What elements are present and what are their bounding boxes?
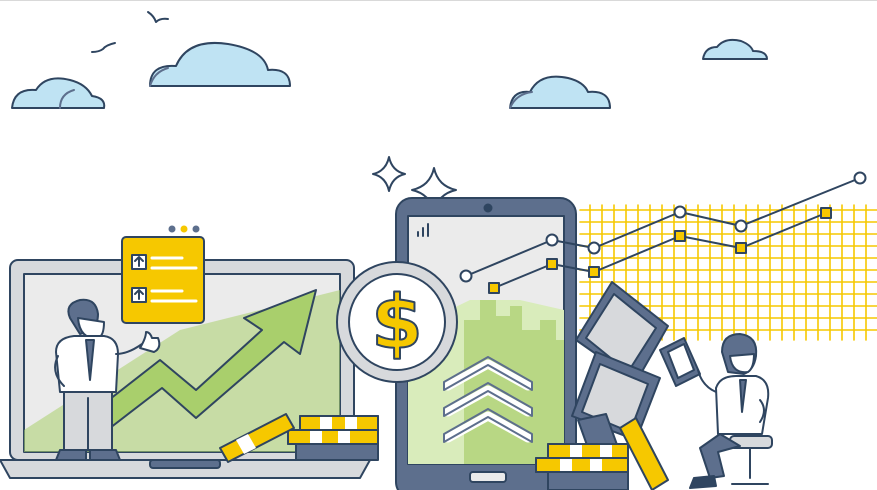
bird-icon <box>147 11 169 23</box>
cloud-icon <box>11 77 106 109</box>
list-card <box>121 225 205 324</box>
cloud-icon <box>149 42 291 87</box>
dollar-icon: $ <box>371 280 423 366</box>
cloud-icon <box>509 75 611 109</box>
dollar-coin: $ <box>336 261 458 383</box>
cloud-icon <box>702 38 768 60</box>
financial-growth-illustration: $ <box>0 11 877 490</box>
sparkle-icon <box>372 156 406 192</box>
bird-icon <box>91 42 116 53</box>
person-seated <box>689 333 773 489</box>
